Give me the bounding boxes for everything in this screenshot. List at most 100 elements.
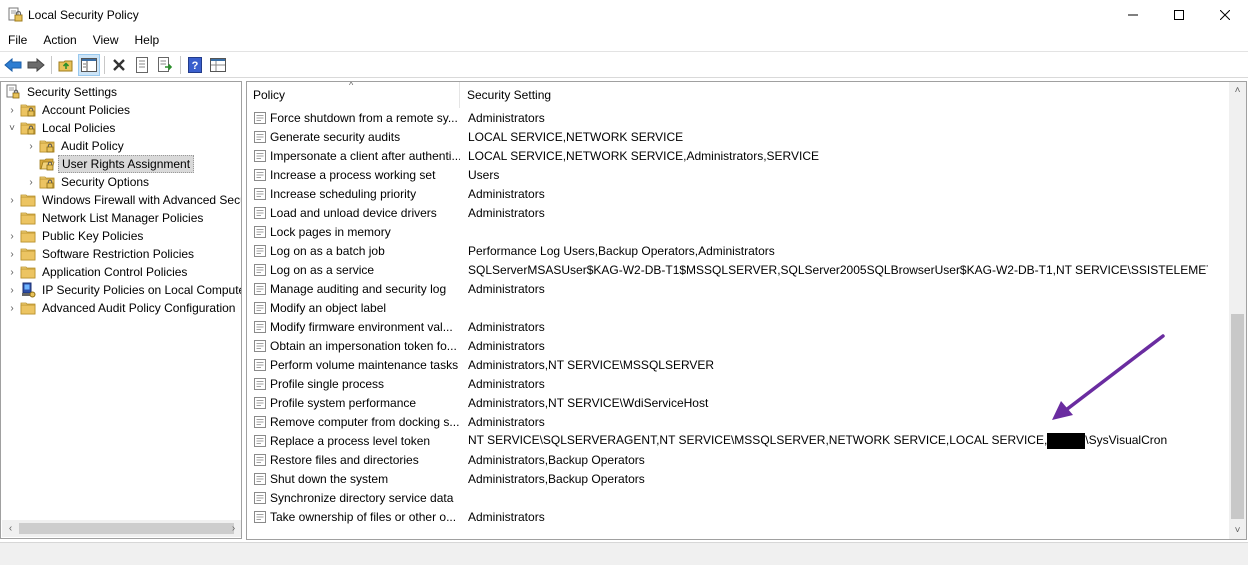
policy-row[interactable]: Load and unload device drivers Administra… — [247, 203, 1231, 222]
tree-item-advanced-audit-policy-configuration[interactable]: › Advanced Audit Policy Configuration — [6, 299, 238, 317]
policy-row[interactable]: Perform volume maintenance tasks Administ… — [247, 355, 1231, 374]
policy-row[interactable]: Generate security audits LOCAL SERVICE,NE… — [247, 127, 1231, 146]
tree-item-application-control-policies[interactable]: › Application Control Policies — [6, 263, 190, 281]
tree-item-audit-policy[interactable]: › Audit Policy — [25, 137, 127, 155]
menu-help[interactable]: Help — [127, 30, 168, 50]
policy-name: Increase a process working set — [270, 167, 436, 182]
policy-row[interactable]: Lock pages in memory — [247, 222, 1231, 241]
policy-row[interactable]: Log on as a batch job Performance Log Use… — [247, 241, 1231, 260]
back-button[interactable] — [2, 54, 24, 76]
policy-row[interactable]: Take ownership of files or other o... Adm… — [247, 507, 1231, 526]
delete-button[interactable] — [108, 54, 130, 76]
chevron-right-icon[interactable]: › — [6, 191, 18, 209]
tree-item-security-options[interactable]: › Security Options — [25, 173, 152, 191]
tree-item-label: Public Key Policies — [42, 229, 144, 243]
delete-icon — [113, 58, 125, 71]
policy-row[interactable]: Modify firmware environment val... Admini… — [247, 317, 1231, 336]
tree-item-account-policies[interactable]: › Account Policies — [6, 101, 133, 119]
chevron-right-icon[interactable]: › — [25, 137, 37, 155]
policy-name: Profile single process — [270, 376, 385, 391]
security-setting-value: Administrators — [468, 339, 1208, 353]
tree-item-user-rights-assignment[interactable]: User Rights Assignment — [25, 155, 195, 173]
policy-name: Perform volume maintenance tasks — [270, 357, 459, 372]
chevron-right-icon[interactable]: › — [6, 101, 18, 119]
chevron-right-icon[interactable]: › — [6, 281, 18, 299]
menu-view[interactable]: View — [85, 30, 127, 50]
policy-row[interactable]: Modify an object label — [247, 298, 1231, 317]
policy-icon — [253, 415, 267, 429]
policy-row[interactable]: Log on as a service SQLServerMSASUser$KAG… — [247, 260, 1231, 279]
security-setting-text: Administrators,Backup Operators — [468, 471, 645, 486]
security-setting-value: Performance Log Users,Backup Operators,A… — [468, 244, 1208, 258]
scrollbar-thumb[interactable] — [1231, 314, 1244, 519]
console-tree: Security Settings › Account Policies ˅ Local… — [0, 81, 242, 539]
up-one-level-button[interactable] — [55, 54, 77, 76]
tree-item-ip-security-policies-on-local-computer[interactable]: › IP Security Policies on Local Computer — [6, 281, 241, 299]
column-header-policy[interactable]: ^ Policy — [247, 82, 460, 108]
tree-item-windows-firewall-with-advanced-security[interactable]: › Windows Firewall with Advanced Security — [6, 191, 241, 209]
security-setting-text: Administrators — [468, 509, 545, 524]
chevron-right-icon[interactable]: › — [6, 299, 18, 317]
policy-row[interactable]: Synchronize directory service data — [247, 488, 1231, 507]
tree-item-security-settings[interactable]: Security Settings — [3, 83, 120, 101]
policy-row[interactable]: Shut down the system Administrators,Backu… — [247, 469, 1231, 488]
policy-name: Impersonate a client after authenti... — [270, 148, 460, 163]
minimize-button[interactable] — [1110, 0, 1156, 30]
policy-row[interactable]: Profile system performance Administrators… — [247, 393, 1231, 412]
status-bar — [0, 542, 1248, 565]
tree-item-local-policies[interactable]: ˅ Local Policies — [6, 119, 118, 137]
policy-row[interactable]: Restore files and directories Administrat… — [247, 450, 1231, 469]
policy-row[interactable]: Obtain an impersonation token fo... Admin… — [247, 336, 1231, 355]
policy-row[interactable]: Replace a process level token NT SERVICE\… — [247, 431, 1231, 450]
forward-icon — [27, 57, 45, 72]
security-settings-icon — [5, 84, 21, 100]
tree-item-public-key-policies[interactable]: › Public Key Policies — [6, 227, 146, 245]
policy-row[interactable]: Increase a process working set Users — [247, 165, 1231, 184]
chevron-right-icon[interactable]: › — [25, 173, 37, 191]
maximize-button[interactable] — [1156, 0, 1202, 30]
chevron-down-icon[interactable]: ˅ — [6, 119, 18, 137]
export-list-button[interactable] — [154, 54, 176, 76]
security-setting-text: LOCAL SERVICE,NETWORK SERVICE — [468, 129, 684, 144]
security-setting-text: Administrators — [468, 319, 545, 334]
close-button[interactable] — [1202, 0, 1248, 30]
policy-icon — [253, 111, 267, 125]
policy-icon — [253, 472, 267, 486]
tree-horizontal-scrollbar[interactable]: ‹ › — [2, 520, 241, 537]
tree-item-network-list-manager-policies[interactable]: Network List Manager Policies — [6, 209, 206, 227]
menu-bar: File Action View Help — [0, 30, 1248, 50]
menu-action[interactable]: Action — [35, 30, 84, 50]
menu-file[interactable]: File — [0, 30, 35, 50]
policy-row[interactable]: Force shutdown from a remote sy... Admini… — [247, 108, 1231, 127]
ipsec-icon — [20, 282, 36, 298]
console-button[interactable] — [207, 54, 229, 76]
scrollbar-thumb[interactable] — [19, 523, 234, 534]
policy-name: Synchronize directory service data — [270, 490, 454, 505]
policy-row[interactable]: Profile single process Administrators — [247, 374, 1231, 393]
policy-row[interactable]: Manage auditing and security log Administ… — [247, 279, 1231, 298]
forward-button[interactable] — [25, 54, 47, 76]
list-vertical-scrollbar[interactable]: ˄ ˅ — [1229, 82, 1246, 539]
toolbar: ? — [0, 51, 1248, 78]
policy-row[interactable]: Impersonate a client after authenti... LO… — [247, 146, 1231, 165]
policy-row[interactable]: Increase scheduling priority Administrato… — [247, 184, 1231, 203]
chevron-right-icon[interactable]: › — [6, 263, 18, 281]
show-hide-tree-button[interactable] — [78, 53, 100, 76]
chevron-right-icon[interactable]: › — [6, 245, 18, 263]
help-button[interactable]: ? — [184, 54, 206, 76]
title-bar: Local Security Policy — [0, 0, 1248, 30]
column-header-security-setting[interactable]: Security Setting — [461, 82, 1221, 108]
tree-item-software-restriction-policies[interactable]: › Software Restriction Policies — [6, 245, 197, 263]
scroll-up-icon[interactable]: ˄ — [1229, 82, 1246, 99]
security-setting-value: Administrators — [468, 510, 1208, 524]
policy-row[interactable]: Remove computer from docking s... Adminis… — [247, 412, 1231, 431]
policy-icon — [253, 339, 267, 353]
properties-button[interactable] — [131, 54, 153, 76]
folder-icon — [20, 246, 36, 262]
security-setting-value: Administrators,Backup Operators — [468, 472, 1208, 486]
tree-item-label: Account Policies — [42, 103, 131, 117]
scroll-left-icon[interactable]: ‹ — [2, 520, 19, 537]
chevron-right-icon[interactable]: › — [6, 227, 18, 245]
scroll-right-icon[interactable]: › — [225, 520, 241, 537]
scroll-down-icon[interactable]: ˅ — [1229, 522, 1246, 539]
